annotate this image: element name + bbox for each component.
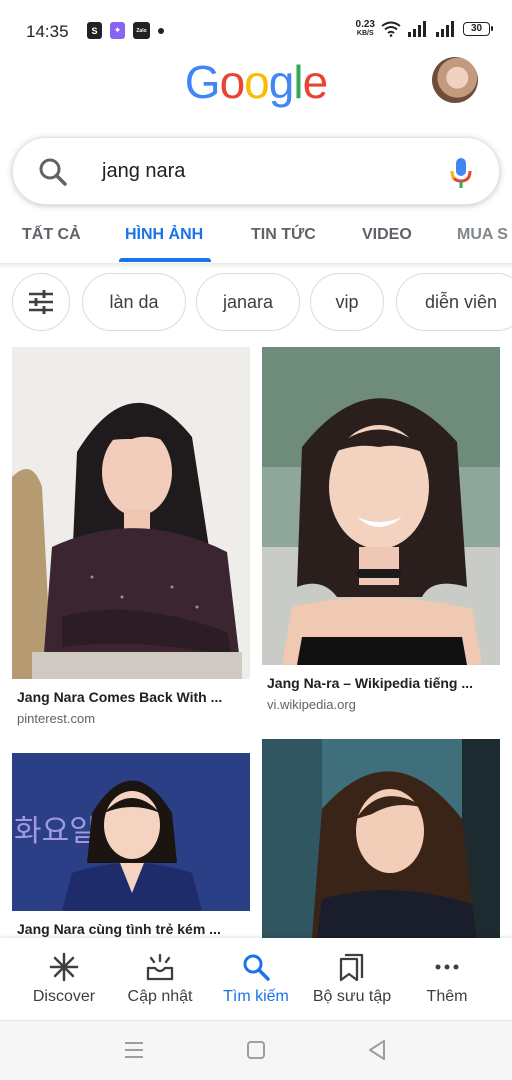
result-title-3[interactable]: Jang Nara cùng tình trẻ kém ... — [17, 921, 221, 937]
search-box[interactable]: jang nara — [12, 137, 500, 205]
wifi-icon — [381, 21, 401, 37]
search-icon[interactable] — [37, 156, 69, 188]
signal-icon-2 — [436, 20, 454, 37]
network-speed: 0.23 KB/S — [355, 19, 375, 38]
nav-collections[interactable]: Bộ sưu tập — [304, 938, 400, 1020]
search-icon — [243, 954, 270, 981]
nav-more[interactable]: Thêm — [404, 938, 490, 1020]
recent-apps-icon[interactable] — [124, 1039, 144, 1061]
result-image-4[interactable] — [262, 739, 500, 938]
tab-video[interactable]: VIDEO — [362, 226, 412, 244]
status-bar: 14:35 S ✦ Zalo 0.23 KB/S 30 — [0, 0, 512, 60]
nav-search-label: Tìm kiếm — [223, 988, 289, 1005]
signal-icon-1 — [408, 20, 426, 37]
filter-chip[interactable] — [12, 273, 70, 331]
system-indicators: 0.23 KB/S 30 — [355, 19, 493, 38]
nav-updates[interactable]: Cập nhật — [116, 938, 204, 1020]
logo-letter: o — [244, 56, 270, 108]
status-time: 14:35 — [26, 22, 69, 41]
net-speed-value: 0.23 — [355, 19, 375, 30]
collections-icon — [339, 953, 364, 982]
active-tab-indicator — [119, 258, 211, 262]
chip-lan-da[interactable]: làn da — [82, 273, 186, 331]
result-source-2: vi.wikipedia.org — [267, 697, 356, 712]
back-button-icon[interactable] — [366, 1039, 388, 1061]
zalo-icon: Zalo — [133, 22, 150, 39]
inbox-updates-icon — [146, 953, 174, 981]
nav-updates-label: Cập nhật — [127, 988, 193, 1005]
messenger-icon: ✦ — [110, 22, 125, 39]
more-icon — [435, 964, 459, 970]
search-input[interactable]: jang nara — [102, 160, 185, 183]
result-title-1[interactable]: Jang Nara Comes Back With ... — [17, 689, 222, 705]
tab-shopping[interactable]: MUA S — [457, 226, 508, 244]
logo-letter: G — [184, 56, 221, 108]
tab-images[interactable]: HÌNH ẢNH — [125, 226, 203, 244]
logo-letter: e — [302, 56, 329, 108]
nav-discover[interactable]: Discover — [20, 938, 108, 1020]
result-image-2[interactable] — [262, 347, 500, 665]
filter-sliders-icon — [29, 290, 53, 314]
chip-vip[interactable]: vip — [310, 273, 384, 331]
logo-letter: g — [268, 56, 295, 108]
mic-icon[interactable] — [449, 156, 473, 190]
battery-indicator: 30 — [463, 21, 493, 36]
logo-letter: o — [219, 56, 246, 108]
result-image-1[interactable] — [12, 347, 250, 679]
home-button-icon[interactable] — [246, 1039, 266, 1061]
tab-all[interactable]: TẤT CẢ — [22, 226, 81, 244]
chip-dien-vien[interactable]: diễn viên — [396, 273, 512, 331]
nav-collections-label: Bộ sưu tập — [312, 988, 392, 1005]
result-image-3[interactable]: 화요일 10시 — [12, 753, 250, 911]
result-title-2[interactable]: Jang Na-ra – Wikipedia tiếng ... — [267, 675, 473, 691]
asterisk-icon — [49, 952, 79, 982]
nav-search[interactable]: Tìm kiếm — [212, 938, 300, 1020]
nav-more-label: Thêm — [426, 988, 468, 1005]
system-navigation-bar — [0, 1020, 512, 1080]
net-speed-unit: KB/S — [356, 30, 374, 37]
more-notifications-dot — [158, 27, 164, 34]
account-avatar[interactable] — [432, 57, 478, 103]
logo-letter: l — [293, 56, 303, 108]
result-source-1: pinterest.com — [17, 711, 96, 726]
notification-icons: S ✦ Zalo — [87, 22, 164, 39]
chip-janara[interactable]: janara — [196, 273, 300, 331]
shopee-icon: S — [87, 22, 102, 39]
bottom-navigation: Discover Cập nhật Tìm kiếm Bộ sưu tập Th… — [0, 938, 512, 1020]
search-tabs: TẤT CẢ HÌNH ẢNH TIN TỨC VIDEO MUA S — [0, 212, 512, 264]
nav-discover-label: Discover — [32, 988, 96, 1005]
tab-news[interactable]: TIN TỨC — [251, 226, 316, 244]
